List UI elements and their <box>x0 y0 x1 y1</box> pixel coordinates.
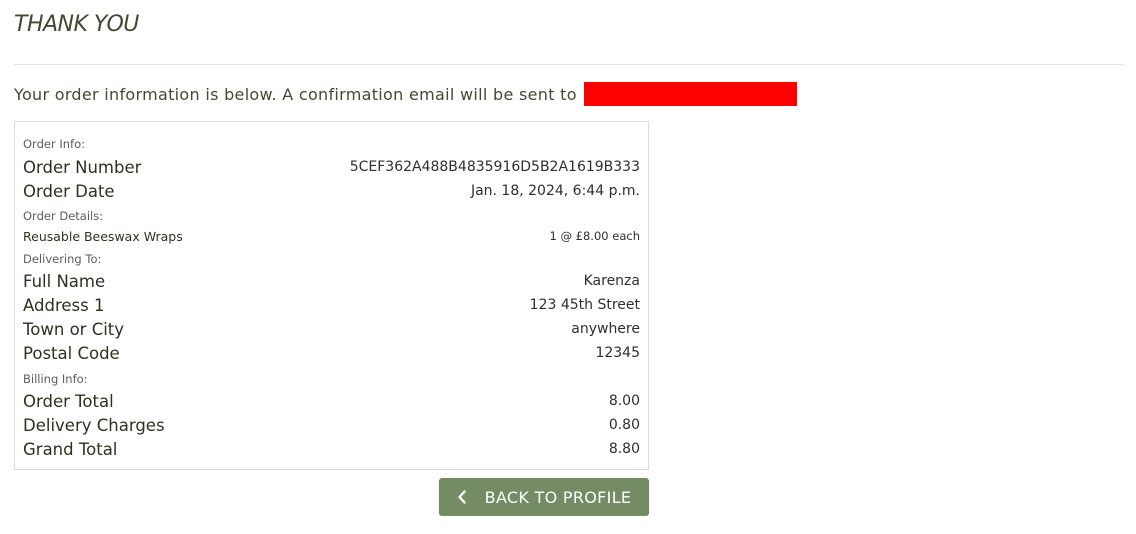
full-name-value: Karenza <box>583 273 640 289</box>
postal-code-value: 12345 <box>595 345 640 361</box>
order-number-row: Order Number 5CEF362A488B4835916D5B2A161… <box>23 156 640 178</box>
order-info-label: Order Info: <box>23 137 85 151</box>
line-item-quantity-price: 1 @ £8.00 each <box>549 229 640 243</box>
order-details-label: Order Details: <box>23 209 104 223</box>
town-value: anywhere <box>571 321 640 337</box>
title-divider <box>14 64 1124 65</box>
confirmation-text: Your order information is below. A confi… <box>14 84 577 104</box>
back-to-profile-label: BACK TO PROFILE <box>484 487 632 507</box>
delivery-charges-row: Delivery Charges 0.80 <box>23 414 640 436</box>
town-row: Town or City anywhere <box>23 318 640 340</box>
grand-total-label: Grand Total <box>23 439 118 459</box>
postal-code-row: Postal Code 12345 <box>23 342 640 364</box>
grand-total-row: Grand Total 8.80 <box>23 438 640 460</box>
delivery-charges-label: Delivery Charges <box>23 415 165 435</box>
address1-row: Address 1 123 45th Street <box>23 294 640 316</box>
order-total-value: 8.00 <box>608 393 640 409</box>
delivery-charges-value: 0.80 <box>608 417 640 433</box>
order-summary: Order Info: Order Number 5CEF362A488B483… <box>14 121 649 470</box>
line-item-row: Reusable Beeswax Wraps 1 @ £8.00 each <box>23 227 640 245</box>
address1-label: Address 1 <box>23 295 105 315</box>
address1-value: 123 45th Street <box>529 297 640 313</box>
full-name-label: Full Name <box>23 271 106 291</box>
back-to-profile-button[interactable]: BACK TO PROFILE <box>439 478 649 516</box>
order-date-label: Order Date <box>23 181 115 201</box>
town-label: Town or City <box>23 319 125 339</box>
checkout-success-page: THANK YOU Your order information is belo… <box>0 0 1136 534</box>
order-total-label: Order Total <box>23 391 114 411</box>
order-number-value: 5CEF362A488B4835916D5B2A1619B333 <box>349 159 640 175</box>
order-total-row: Order Total 8.00 <box>23 390 640 412</box>
line-item-name: Reusable Beeswax Wraps <box>23 228 183 244</box>
page-title: THANK YOU <box>14 12 139 37</box>
grand-total-value: 8.80 <box>608 441 640 457</box>
delivering-to-label: Delivering To: <box>23 252 102 266</box>
confirmation-message: Your order information is below. A confi… <box>14 82 797 106</box>
postal-code-label: Postal Code <box>23 343 120 363</box>
order-date-value: Jan. 18, 2024, 6:44 p.m. <box>470 183 640 199</box>
order-number-label: Order Number <box>23 157 142 177</box>
redacted-email <box>583 82 797 106</box>
chevron-left-icon <box>457 490 467 504</box>
full-name-row: Full Name Karenza <box>23 270 640 292</box>
order-date-row: Order Date Jan. 18, 2024, 6:44 p.m. <box>23 180 640 202</box>
billing-info-label: Billing Info: <box>23 372 88 386</box>
